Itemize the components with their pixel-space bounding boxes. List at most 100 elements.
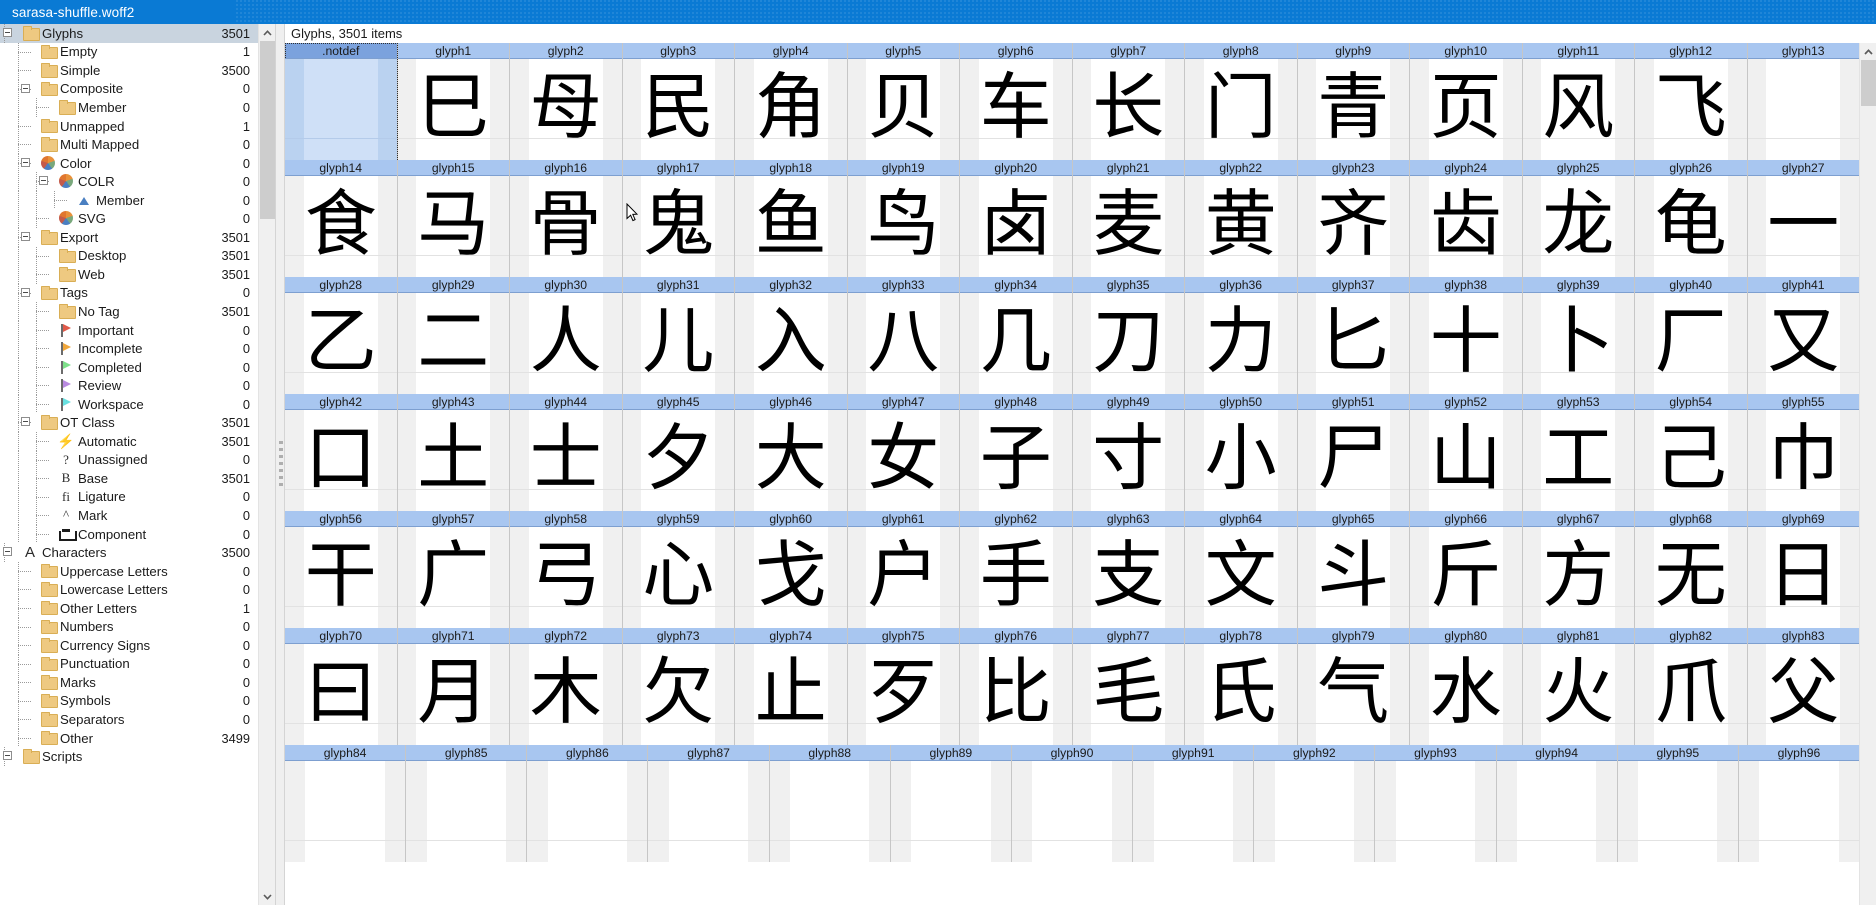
glyph-cell[interactable]: glyph19 鸟 (847, 160, 960, 277)
tree-item-base[interactable]: B Base 3501 (0, 469, 258, 488)
glyph-cell[interactable]: .notdef (285, 43, 398, 160)
glyph-scroll-track[interactable] (1860, 60, 1876, 905)
glyph-cell[interactable]: glyph84 (285, 745, 407, 862)
glyph-cell[interactable]: glyph27 一 (1747, 160, 1859, 277)
tree-item-glyphs[interactable]: Glyphs 3501 (0, 24, 258, 43)
glyph-cell[interactable]: glyph42 口 (285, 394, 398, 511)
glyph-cell[interactable]: glyph77 毛 (1072, 628, 1185, 745)
glyph-cell[interactable]: glyph41 又 (1747, 277, 1859, 394)
tree-item-component[interactable]: Component 0 (0, 524, 258, 544)
glyph-cell[interactable]: glyph56 干 (285, 511, 398, 628)
sidebar-vertical-scrollbar[interactable] (258, 24, 275, 905)
tree-item-unmapped[interactable]: Unmapped 1 (0, 116, 258, 136)
tree-item-export[interactable]: Export 3501 (0, 228, 258, 247)
glyph-scroll-up-button[interactable] (1860, 43, 1876, 60)
tree-item-desktop[interactable]: Desktop 3501 (0, 246, 258, 266)
glyph-cell[interactable]: glyph15 马 (397, 160, 510, 277)
tree-expander-export[interactable] (21, 232, 30, 242)
tree-item-completed[interactable]: Completed 0 (0, 357, 258, 377)
tree-item-characters[interactable]: A Characters 3500 (0, 543, 258, 562)
glyph-cell[interactable]: glyph75 歹 (847, 628, 960, 745)
glyph-cell[interactable]: glyph28 乙 (285, 277, 398, 394)
glyph-cell[interactable]: glyph8 门 (1185, 43, 1298, 160)
glyph-cell[interactable]: glyph16 骨 (510, 160, 623, 277)
tree-item-marks[interactable]: Marks 0 (0, 673, 258, 692)
glyph-cell[interactable]: glyph60 戈 (735, 511, 848, 628)
glyph-vertical-scrollbar[interactable] (1859, 43, 1876, 905)
tree-item-separators[interactable]: Separators 0 (0, 710, 258, 729)
glyph-cell[interactable]: glyph47 女 (847, 394, 960, 511)
glyph-cell[interactable]: glyph71 月 (397, 628, 510, 745)
glyph-cell[interactable]: glyph18 鱼 (735, 160, 848, 277)
tree-expander-composite[interactable] (21, 83, 30, 93)
glyph-cell[interactable]: glyph93 (1375, 745, 1497, 862)
glyph-cell[interactable]: glyph44 士 (510, 394, 623, 511)
glyph-cell[interactable]: glyph95 (1617, 745, 1739, 862)
tree-item-unassigned[interactable]: ? Unassigned 0 (0, 450, 258, 470)
tree-item-tags[interactable]: Tags 0 (0, 283, 258, 303)
glyph-cell[interactable]: glyph46 大 (735, 394, 848, 511)
glyph-cell[interactable]: glyph58 弓 (510, 511, 623, 628)
glyph-cell[interactable]: glyph13 (1747, 43, 1859, 160)
tree-expander-colr[interactable] (39, 176, 48, 186)
tree-item-incomplete[interactable]: Incomplete 0 (0, 339, 258, 358)
tree-expander-scripts[interactable] (3, 751, 12, 761)
category-tree-scroll-area[interactable]: Glyphs 3501 Empty 1 Simple 3500 Composite 0 Memb… (0, 24, 275, 905)
glyph-cell[interactable]: glyph88 (769, 745, 891, 862)
glyph-cell[interactable]: glyph86 (527, 745, 649, 862)
sidebar-scroll-track[interactable] (259, 41, 276, 888)
tree-expander-glyphs[interactable] (3, 28, 12, 37)
glyph-cell[interactable]: glyph17 鬼 (622, 160, 735, 277)
panel-splitter[interactable] (276, 24, 285, 905)
tree-item-empty[interactable]: Empty 1 (0, 42, 258, 62)
tree-item-svg[interactable]: SVG 0 (0, 209, 258, 229)
glyph-cell[interactable]: glyph54 己 (1635, 394, 1748, 511)
tree-item-simple[interactable]: Simple 3500 (0, 61, 258, 80)
tree-item-other[interactable]: Other 3499 (0, 728, 258, 748)
tree-item-multi-mapped[interactable]: Multi Mapped 0 (0, 135, 258, 154)
glyph-cell[interactable]: glyph6 车 (960, 43, 1073, 160)
glyph-cell[interactable]: glyph4 角 (735, 43, 848, 160)
glyph-cell[interactable]: glyph61 户 (847, 511, 960, 628)
tree-expander-ot-class[interactable] (21, 417, 30, 427)
glyph-cell[interactable]: glyph40 厂 (1635, 277, 1748, 394)
glyph-cell[interactable]: glyph43 土 (397, 394, 510, 511)
glyph-cell[interactable]: glyph3 民 (622, 43, 735, 160)
tree-item-color[interactable]: Color 0 (0, 153, 258, 173)
glyph-cell[interactable]: glyph78 氏 (1185, 628, 1298, 745)
glyph-cell[interactable]: glyph51 尸 (1297, 394, 1410, 511)
glyph-cell[interactable]: glyph50 小 (1185, 394, 1298, 511)
glyph-cell[interactable]: glyph21 麦 (1072, 160, 1185, 277)
glyph-cell[interactable]: glyph63 支 (1072, 511, 1185, 628)
glyph-grid[interactable]: .notdef glyph1 巳 glyph2 母 glyph3 民 glyph4 角 glyph… (285, 43, 1859, 905)
glyph-cell[interactable]: glyph55 巾 (1747, 394, 1859, 511)
glyph-cell[interactable]: glyph49 寸 (1072, 394, 1185, 511)
tree-item-scripts[interactable]: Scripts (0, 747, 258, 766)
tree-item-member[interactable]: Member 0 (0, 190, 258, 210)
glyph-cell[interactable]: glyph20 卤 (960, 160, 1073, 277)
glyph-cell[interactable]: glyph70 曰 (285, 628, 398, 745)
tree-expander-color[interactable] (21, 157, 30, 167)
glyph-cell[interactable]: glyph89 (890, 745, 1012, 862)
glyph-cell[interactable]: glyph5 贝 (847, 43, 960, 160)
glyph-cell[interactable]: glyph48 子 (960, 394, 1073, 511)
glyph-cell[interactable]: glyph82 爪 (1635, 628, 1748, 745)
tree-item-colr[interactable]: COLR 0 (0, 172, 258, 191)
tree-expander-tags[interactable] (21, 287, 30, 297)
glyph-cell[interactable]: glyph76 比 (960, 628, 1073, 745)
glyph-cell[interactable]: glyph24 齿 (1410, 160, 1523, 277)
glyph-cell[interactable]: glyph65 斗 (1297, 511, 1410, 628)
glyph-cell[interactable]: glyph87 (648, 745, 770, 862)
glyph-cell[interactable]: glyph22 黄 (1185, 160, 1298, 277)
glyph-cell[interactable]: glyph74 止 (735, 628, 848, 745)
glyph-cell[interactable]: glyph11 风 (1522, 43, 1635, 160)
glyph-cell[interactable]: glyph94 (1496, 745, 1618, 862)
glyph-cell[interactable]: glyph91 (1133, 745, 1255, 862)
tree-expander-characters[interactable] (3, 547, 12, 557)
glyph-cell[interactable]: glyph57 广 (397, 511, 510, 628)
tree-item-review[interactable]: Review 0 (0, 376, 258, 395)
glyph-cell[interactable]: glyph37 匕 (1297, 277, 1410, 394)
sidebar-scroll-down-button[interactable] (259, 888, 276, 905)
glyph-cell[interactable]: glyph90 (1011, 745, 1134, 862)
tree-item-ligature[interactable]: fi Ligature 0 (0, 487, 258, 507)
